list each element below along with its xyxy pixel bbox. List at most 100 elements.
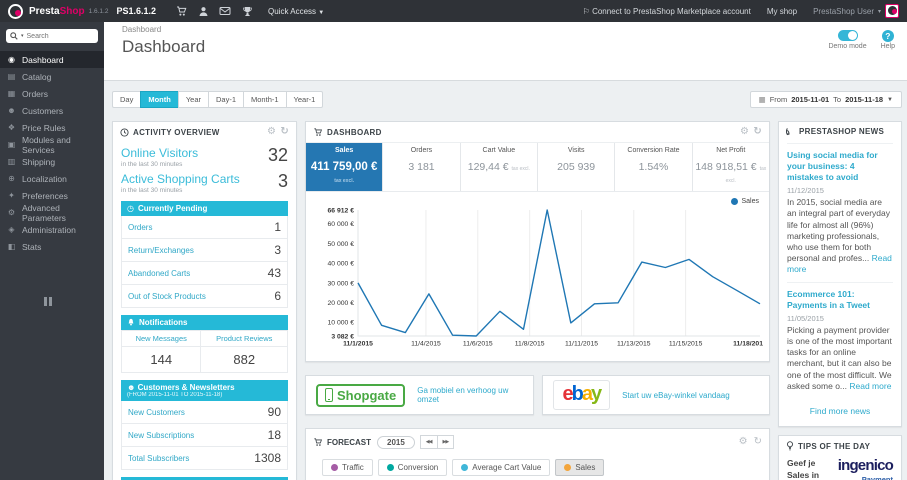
dashboard-icon: ◉ bbox=[8, 55, 15, 64]
active-carts-label[interactable]: Active Shopping Carts bbox=[121, 172, 240, 186]
shopgate-link[interactable]: Ga mobiel en verhoog uw omzet bbox=[417, 386, 522, 404]
price-rules-icon: ❖ bbox=[7, 123, 16, 132]
chart-legend[interactable]: Sales bbox=[731, 198, 759, 205]
breadcrumb[interactable]: Dashboard bbox=[122, 25, 893, 34]
my-shop-link[interactable]: My shop bbox=[767, 7, 797, 16]
demo-mode-toggle[interactable]: Demo mode bbox=[828, 30, 867, 50]
refresh-icon[interactable]: ↻ bbox=[754, 437, 762, 447]
pending-returns-link[interactable]: Return/Exchanges bbox=[128, 246, 194, 255]
read-more-link[interactable]: Read more bbox=[849, 381, 891, 391]
sidebar-item-preferences[interactable]: ✦ Preferences bbox=[0, 187, 104, 204]
total-subscribers-link[interactable]: Total Subscribers bbox=[128, 454, 189, 463]
sidebar-item-advanced-parameters[interactable]: ⚙ Advanced Parameters bbox=[0, 203, 104, 223]
messages-icon[interactable] bbox=[214, 6, 236, 16]
prestashop-logo-icon[interactable] bbox=[8, 3, 23, 19]
range-month-1-button[interactable]: Month-1 bbox=[243, 91, 287, 108]
legend-dot bbox=[731, 198, 739, 205]
sidebar-item-price-rules[interactable]: ❖ Price Rules bbox=[0, 119, 104, 136]
range-day-button[interactable]: Day bbox=[112, 91, 142, 108]
search-input[interactable] bbox=[26, 32, 85, 40]
search-scope-caret[interactable]: ▾ bbox=[21, 33, 24, 39]
refresh-icon[interactable]: ↻ bbox=[280, 127, 289, 137]
sidebar-item-orders[interactable]: ▦ Orders bbox=[0, 85, 104, 102]
preferences-icon: ✦ bbox=[8, 191, 15, 200]
legend-conversion-button[interactable]: Conversion bbox=[377, 459, 448, 476]
gear-icon[interactable]: ⚙ bbox=[739, 437, 748, 447]
sidebar-item-administration[interactable]: ◈ Administration bbox=[0, 221, 104, 238]
ebay-module-card: ebay Start uw eBay-winkel vandaag bbox=[541, 375, 770, 415]
range-month-button[interactable]: Month bbox=[140, 91, 179, 108]
svg-text:66 912 €: 66 912 € bbox=[328, 207, 355, 214]
tab-sales[interactable]: Sales 411 759,00 € tax excl. bbox=[306, 143, 384, 191]
bell-icon bbox=[128, 318, 134, 326]
sidebar-search[interactable]: ▾ bbox=[6, 29, 98, 43]
refresh-icon[interactable]: ↻ bbox=[753, 127, 762, 137]
user-avatar bbox=[885, 4, 899, 18]
new-subscriptions-link[interactable]: New Subscriptions bbox=[128, 431, 194, 440]
new-customers-link[interactable]: New Customers bbox=[128, 408, 185, 417]
date-range-picker[interactable]: ▦ From 2015-11-01 To 2015-11-18 ▼ bbox=[749, 91, 902, 108]
product-reviews-link[interactable]: Product Reviews bbox=[200, 330, 288, 347]
sidebar-item-stats[interactable]: ◧ Stats bbox=[0, 238, 104, 255]
ingenico-logo[interactable]: ingenico Payment services bbox=[831, 458, 894, 480]
cart-icon[interactable] bbox=[170, 6, 192, 17]
flag-icon: ⚐ bbox=[582, 6, 590, 16]
news-article-excerpt: Picking a payment provider is one of the… bbox=[787, 324, 892, 391]
help-button[interactable]: ? Help bbox=[881, 30, 895, 50]
activity-overview-panel: ACTIVITY OVERVIEW ⚙ ↻ Online Visitors in… bbox=[112, 121, 297, 480]
chevron-down-icon: ▼ bbox=[887, 96, 893, 103]
range-day-1-button[interactable]: Day-1 bbox=[208, 91, 245, 108]
gear-icon[interactable]: ⚙ bbox=[267, 127, 276, 137]
trophy-icon[interactable] bbox=[236, 6, 258, 17]
next-period-button[interactable]: ▶▶ bbox=[436, 435, 455, 449]
ebay-link[interactable]: Start uw eBay-winkel vandaag bbox=[622, 391, 730, 400]
tab-cart-value[interactable]: Cart Value 129,44 € tax excl. bbox=[461, 143, 538, 191]
range-button-group: Day Month Year Day-1 Month-1 Year-1 bbox=[112, 91, 324, 108]
online-visitors-label[interactable]: Online Visitors bbox=[121, 146, 198, 160]
pending-orders-link[interactable]: Orders bbox=[128, 223, 152, 232]
sidebar-item-customers[interactable]: ☻ Customers bbox=[0, 102, 104, 119]
brand-name[interactable]: PrestaShop bbox=[29, 6, 85, 17]
user-menu[interactable]: PrestaShop User ▾ bbox=[813, 4, 899, 18]
sidebar-item-dashboard[interactable]: ◉ Dashboard bbox=[0, 51, 104, 68]
tab-orders[interactable]: Orders 3 181 bbox=[383, 143, 461, 191]
top-bar: PrestaShop 1.6.1.2 PS1.6.1.2 Quick Acces… bbox=[0, 0, 907, 22]
toggle-on-icon[interactable] bbox=[837, 30, 858, 41]
tab-visits[interactable]: Visits 205 939 bbox=[538, 143, 616, 191]
tab-conversion-rate[interactable]: Conversion Rate 1.54% bbox=[615, 143, 693, 191]
find-more-news-link[interactable]: Find more news bbox=[787, 398, 893, 420]
news-article-title-link[interactable]: Ecommerce 101: Payments in a Tweet bbox=[787, 289, 893, 311]
phone-icon bbox=[325, 388, 333, 402]
sidebar-item-localization[interactable]: ⊕ Localization bbox=[0, 170, 104, 187]
new-messages-link[interactable]: New Messages bbox=[120, 330, 202, 347]
legend-average-cart-value-button[interactable]: Average Cart Value bbox=[452, 459, 551, 476]
abandoned-carts-link[interactable]: Abandoned Carts bbox=[128, 269, 190, 278]
legend-traffic-button[interactable]: Traffic bbox=[322, 459, 373, 476]
sidebar-item-catalog[interactable]: ▤ Catalog bbox=[0, 68, 104, 85]
sidebar-item-shipping[interactable]: ▥ Shipping bbox=[0, 153, 104, 170]
sidebar-item-modules[interactable]: ▣ Modules and Services bbox=[0, 135, 104, 155]
customers-icon: ☻ bbox=[7, 106, 16, 115]
svg-text:10 000 €: 10 000 € bbox=[328, 320, 355, 327]
range-year-1-button[interactable]: Year-1 bbox=[285, 91, 324, 108]
marketplace-link[interactable]: ⚐ Connect to PrestaShop Marketplace acco… bbox=[583, 7, 751, 16]
previous-period-button[interactable]: ◀◀ bbox=[419, 435, 438, 449]
gear-icon[interactable]: ⚙ bbox=[740, 127, 749, 137]
currently-pending-header: ◷ Currently Pending bbox=[121, 201, 288, 216]
legend-dot bbox=[461, 464, 469, 471]
news-article-title-link[interactable]: Using social media for your business: 4 … bbox=[787, 150, 893, 183]
quick-access-menu[interactable]: Quick Access ▼ bbox=[268, 7, 324, 16]
help-icon: ? bbox=[881, 30, 894, 42]
legend-dot bbox=[564, 464, 572, 471]
customer-icon[interactable] bbox=[192, 6, 214, 17]
range-year-button[interactable]: Year bbox=[177, 91, 209, 108]
legend-sales-button[interactable]: Sales bbox=[555, 459, 605, 476]
out-of-stock-link[interactable]: Out of Stock Products bbox=[128, 292, 206, 301]
pending-orders-row: Orders 1 bbox=[121, 216, 288, 239]
active-carts-value: 3 bbox=[277, 171, 288, 191]
svg-text:11/18/201: 11/18/201 bbox=[733, 341, 763, 348]
shipping-icon: ▥ bbox=[7, 157, 16, 166]
sidebar-collapse-button[interactable] bbox=[44, 297, 104, 306]
tab-net-profit[interactable]: Net Profit 148 918,51 € tax excl. bbox=[693, 143, 769, 191]
svg-text:11/13/2015: 11/13/2015 bbox=[617, 341, 651, 348]
